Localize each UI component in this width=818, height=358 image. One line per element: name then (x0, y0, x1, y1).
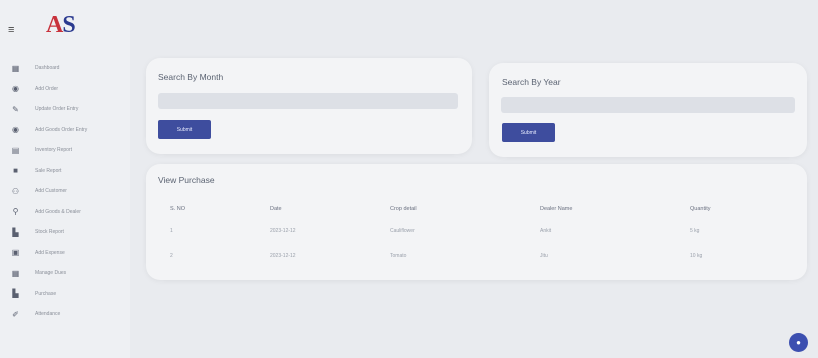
table-cell: Cauliflower (390, 228, 415, 234)
sidebar-item-3[interactable]: ✎ Update Order Entry (0, 99, 130, 120)
table-cell: 5 kg (690, 228, 700, 234)
view-purchase-card: View Purchase (146, 164, 807, 280)
search-month-title: Search By Month (158, 72, 224, 82)
help-button[interactable]: ● (789, 333, 808, 352)
circle-icon: ◉ (12, 125, 19, 135)
sidebar-item-label: Stock Report (35, 229, 64, 236)
search-year-title: Search By Year (502, 77, 561, 87)
sidebar-item-label: Sale Report (35, 167, 62, 174)
logo-s: S (62, 12, 75, 38)
column-header: Date (270, 206, 282, 212)
sidebar-item-2[interactable]: ◉ Add Order (0, 79, 130, 100)
sidebar-item-label: Attendance (35, 311, 61, 318)
column-header: Crop detail (390, 206, 417, 212)
list-icon: ▤ (11, 145, 20, 155)
search-by-month-card: Search By Month Submit (146, 58, 472, 154)
sidebar-item-label: Add Order (35, 85, 59, 92)
chart-icon: ▙ (12, 227, 19, 237)
logo[interactable]: AS (46, 12, 76, 39)
table-cell: 10 kg (690, 253, 703, 259)
sidebar-item-12[interactable]: ▙ Purchase (0, 284, 130, 305)
grid-icon: ▦ (11, 63, 20, 73)
sidebar-item-label: Add Goods Order Entry (35, 126, 88, 133)
chat-icon: ● (796, 338, 801, 347)
column-header: Quantity (690, 206, 711, 212)
sidebar-item-label: Add Goods & Dealer (35, 208, 81, 215)
user-add-icon: ⚲ (12, 207, 19, 217)
table-cell: 2023-12-12 (270, 253, 296, 259)
bar-chart-icon: ▙ (12, 289, 19, 299)
sidebar-item-label: Manage Dues (35, 270, 67, 277)
sidebar-item-6[interactable]: ■ Sale Report (0, 161, 130, 182)
top-bar: ≡ AS (0, 0, 130, 48)
sidebar-item-10[interactable]: ▣ Add Expense (0, 243, 130, 264)
table-icon: ▣ (11, 248, 20, 258)
sidebar-item-4[interactable]: ◉ Add Goods Order Entry (0, 120, 130, 141)
month-input[interactable] (158, 93, 458, 109)
sidebar-item-5[interactable]: ▤ Inventory Report (0, 140, 130, 161)
sidebar-item-1[interactable]: ▦ Dashboard (0, 58, 130, 79)
box-icon: ■ (13, 166, 18, 176)
search-by-year-card: Search By Year Submit (489, 63, 807, 157)
logo-a: A (46, 12, 63, 38)
submit-year-button[interactable]: Submit (502, 123, 555, 142)
table-cell: 2 (170, 253, 173, 259)
sidebar-item-label: Inventory Report (35, 147, 72, 154)
menu-icon[interactable]: ≡ (8, 24, 14, 36)
sidebar: ≡ AS ▦ Dashboard ◉ Add Order ✎ Update Order E… (0, 0, 130, 358)
pencil-icon: ✎ (12, 104, 19, 114)
sidebar-item-label: Add Expense (35, 249, 65, 256)
people-icon: ⚇ (11, 186, 20, 196)
sidebar-item-13[interactable]: ✐ Attendance (0, 304, 130, 325)
circle-icon: ◉ (12, 84, 19, 94)
sidebar-item-11[interactable]: ▦ Manage Dues (0, 263, 130, 284)
calendar-icon: ▦ (11, 268, 20, 278)
sidebar-item-7[interactable]: ⚇ Add Customer (0, 181, 130, 202)
sidebar-nav: ▦ Dashboard ◉ Add Order ✎ Update Order Entry ◉… (0, 58, 130, 325)
pen-icon: ✐ (12, 309, 19, 319)
sidebar-item-label: Purchase (35, 290, 57, 297)
sidebar-item-label: Update Order Entry (35, 106, 79, 113)
table-cell: Jitu (540, 253, 548, 259)
sidebar-item-8[interactable]: ⚲ Add Goods & Dealer (0, 202, 130, 223)
view-purchase-title: View Purchase (158, 175, 215, 185)
column-header: Dealer Name (540, 206, 573, 212)
column-header: S. NO (170, 206, 185, 212)
sidebar-item-label: Add Customer (35, 188, 67, 195)
sidebar-item-label: Dashboard (35, 65, 60, 72)
table-cell: 2023-12-12 (270, 228, 296, 234)
submit-month-button[interactable]: Submit (158, 120, 211, 139)
sidebar-item-9[interactable]: ▙ Stock Report (0, 222, 130, 243)
year-input[interactable] (501, 97, 795, 113)
table-cell: 1 (170, 228, 173, 234)
table-cell: Tomato (390, 253, 407, 259)
table-cell: Ankit (540, 228, 552, 234)
